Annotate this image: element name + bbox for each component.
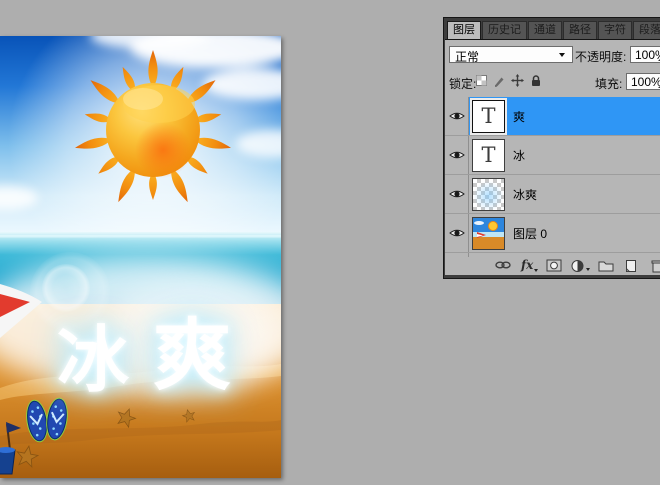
link-layers-icon[interactable] bbox=[494, 259, 512, 274]
document-canvas[interactable]: 冰 爽 bbox=[0, 36, 281, 478]
tab-paths[interactable]: 路径 bbox=[563, 21, 597, 39]
chevron-down-icon bbox=[559, 53, 565, 57]
eye-icon bbox=[449, 149, 465, 161]
new-layer-icon[interactable] bbox=[624, 259, 637, 276]
blend-mode-select[interactable]: 正常 bbox=[449, 46, 573, 63]
layer-thumbnail[interactable] bbox=[472, 217, 505, 250]
opacity-label: 不透明度: bbox=[575, 48, 626, 65]
visibility-toggle[interactable] bbox=[445, 214, 469, 252]
panel-tab-bar: 图层 历史记 通道 路径 字符 段落 bbox=[444, 18, 660, 39]
text-layer-glyph: T bbox=[481, 106, 495, 127]
layer-name[interactable]: 爽 bbox=[513, 108, 525, 125]
layers-panel: 图层 历史记 通道 路径 字符 段落 正常 不透明度: 100% 锁定: bbox=[443, 17, 660, 279]
beach-artwork: 冰 爽 bbox=[0, 36, 281, 478]
add-layer-mask-icon[interactable] bbox=[546, 259, 562, 275]
fill-label: 填充: bbox=[595, 75, 622, 92]
new-group-icon[interactable] bbox=[598, 259, 614, 275]
lock-label: 锁定: bbox=[449, 75, 476, 92]
delete-layer-icon[interactable] bbox=[651, 259, 660, 276]
layer-thumbnail[interactable]: T bbox=[472, 139, 505, 172]
tab-layers[interactable]: 图层 bbox=[447, 21, 481, 39]
layer-row-background[interactable]: 图层 0 bbox=[445, 214, 660, 253]
fill-value: 100% bbox=[631, 75, 660, 89]
adjustment-layer-icon[interactable] bbox=[571, 259, 590, 276]
overlay-text-bing: 冰 bbox=[57, 318, 130, 402]
opacity-value: 100% bbox=[635, 48, 660, 62]
layer-row-bing[interactable]: T 冰 bbox=[445, 136, 660, 175]
layer-name[interactable]: 冰 bbox=[513, 147, 525, 164]
visibility-toggle[interactable] bbox=[445, 136, 469, 174]
tab-character[interactable]: 字符 bbox=[598, 21, 632, 39]
tab-history[interactable]: 历史记 bbox=[482, 21, 527, 39]
image-thumbnail bbox=[473, 218, 504, 249]
layer-row-bingshuang[interactable]: 冰爽 bbox=[445, 175, 660, 214]
visibility-toggle[interactable] bbox=[445, 97, 469, 135]
eye-icon bbox=[449, 188, 465, 200]
layer-list: T 爽 T 冰 冰爽 bbox=[445, 97, 660, 261]
eye-icon bbox=[449, 110, 465, 122]
lock-all-icon[interactable] bbox=[530, 74, 542, 90]
lock-pixels-icon[interactable] bbox=[493, 75, 505, 90]
visibility-toggle[interactable] bbox=[445, 175, 469, 213]
tab-channels[interactable]: 通道 bbox=[528, 21, 562, 39]
layer-name[interactable]: 冰爽 bbox=[513, 186, 537, 203]
opacity-field[interactable]: 100% bbox=[630, 46, 660, 63]
panel-body: 正常 不透明度: 100% 锁定: bbox=[445, 39, 660, 275]
tab-paragraph[interactable]: 段落 bbox=[633, 21, 660, 39]
panel-footer: fx bbox=[445, 257, 660, 275]
text-layer-glyph: T bbox=[481, 145, 495, 166]
lock-transparency-icon[interactable] bbox=[476, 75, 487, 89]
transparent-pixels-preview bbox=[473, 179, 504, 210]
overlay-text-shuang: 爽 bbox=[153, 311, 231, 401]
fill-field[interactable]: 100% bbox=[626, 73, 660, 90]
layer-name[interactable]: 图层 0 bbox=[513, 225, 547, 242]
layer-thumbnail[interactable] bbox=[472, 178, 505, 211]
layer-row-shuang[interactable]: T 爽 bbox=[445, 97, 660, 136]
lock-position-icon[interactable] bbox=[511, 74, 524, 90]
layer-controls: 正常 不透明度: 100% 锁定: bbox=[445, 40, 660, 98]
blend-mode-value: 正常 bbox=[455, 48, 479, 65]
photoshop-workspace: { "canvas": { "overlay_chars": [ {"ch":"… bbox=[0, 0, 660, 485]
layer-thumbnail[interactable]: T bbox=[472, 100, 505, 133]
layer-style-icon[interactable]: fx bbox=[521, 258, 538, 272]
eye-icon bbox=[449, 227, 465, 239]
